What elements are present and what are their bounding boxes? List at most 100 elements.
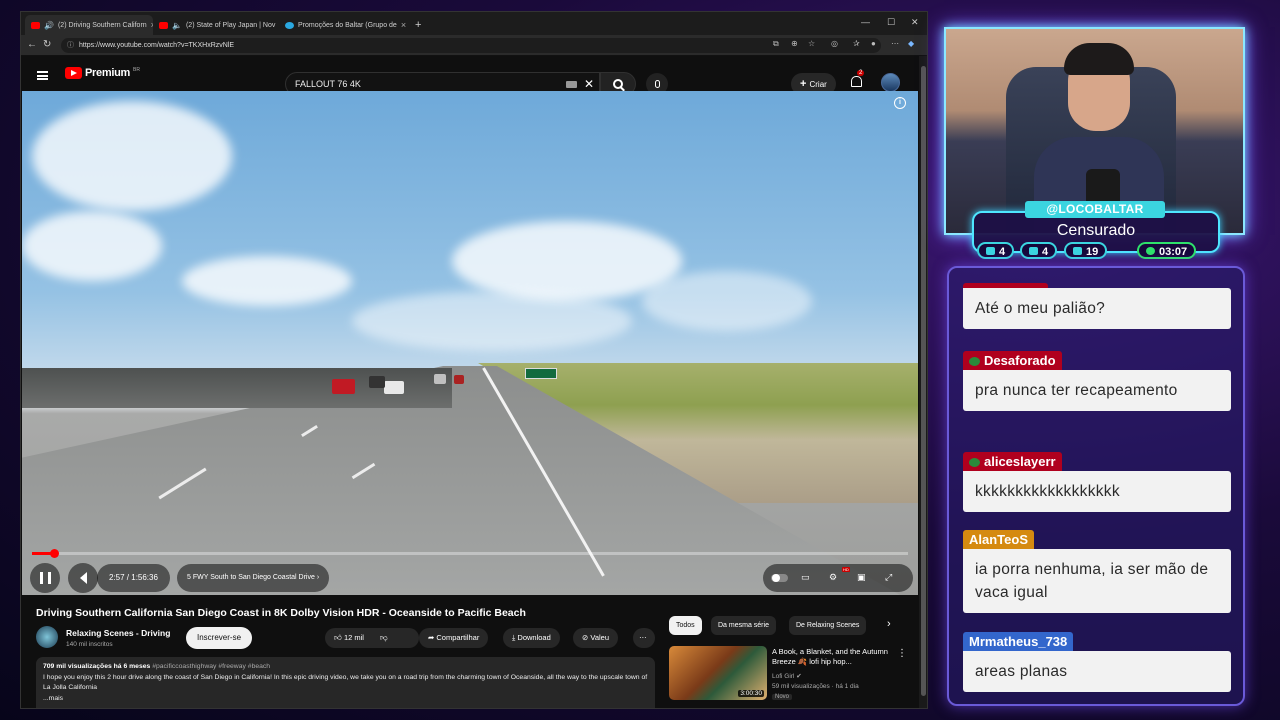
tab-promocoes[interactable]: Promoções do Baltar (Grupo de ×	[279, 15, 407, 35]
thumbs-up-icon: 👍︎	[334, 633, 342, 642]
chat-username: aliceslayerr	[963, 452, 1062, 471]
share-button[interactable]: ➦ Compartilhar	[419, 628, 489, 648]
tab-state-of-play[interactable]: 🔈 (2) State of Play Japan | Nov ×	[153, 15, 279, 35]
pause-button[interactable]	[30, 563, 60, 593]
back-icon[interactable]: ←	[27, 39, 37, 50]
description-box[interactable]: 709 mil visualizações há 6 meses #pacifi…	[36, 657, 655, 708]
link-icon	[1073, 247, 1082, 255]
muted-speaker-icon: 🔈	[172, 20, 182, 30]
new-tab-button[interactable]: +	[409, 15, 425, 35]
url-field[interactable]: ⓘ https://www.youtube.com/watch?v=TKXHxR…	[61, 38, 881, 53]
stat-video: 4	[1020, 242, 1058, 259]
chat-message: Mrmatheus_738 areas planas	[963, 632, 1231, 692]
related-channel[interactable]: Lofi Girl	[772, 673, 794, 680]
youtube-play-logo-icon	[65, 67, 82, 79]
video-info-icon[interactable]: i	[894, 97, 906, 109]
extension-icon[interactable]: ◎	[831, 39, 838, 48]
streamer-handle: @LOCOBALTAR	[1025, 201, 1165, 218]
chip-from-channel[interactable]: De Relaxing Scenes	[789, 616, 867, 635]
chat-text: areas planas	[963, 651, 1231, 692]
more-vert-icon[interactable]: ⋮	[897, 648, 907, 659]
badge-icon	[969, 357, 980, 367]
time-display: 2:57 / 1:56:36	[97, 564, 170, 592]
stat-value: 4	[1042, 246, 1049, 258]
chat-user: AlanTeoS	[969, 532, 1028, 547]
subscribe-button[interactable]: Inscrever-se	[186, 627, 253, 649]
stream-status: Censurado	[1056, 222, 1136, 239]
cloud	[182, 256, 352, 306]
menu-icon[interactable]	[37, 71, 48, 80]
miniplayer-icon[interactable]: ▣	[857, 572, 866, 583]
more-actions-button[interactable]: ⋯	[633, 628, 655, 648]
scrubber-handle[interactable]	[49, 549, 59, 558]
video-player[interactable]: i 2:57 / 1:56:36 5 FWY South to San Dieg…	[22, 91, 918, 595]
captions-icon[interactable]: ▭	[801, 572, 810, 583]
chat-user: Desaforado	[984, 353, 1056, 368]
account-avatar[interactable]	[881, 73, 900, 92]
region-label: BR	[132, 67, 140, 73]
channel-name[interactable]: Relaxing Scenes - Driving	[66, 628, 170, 638]
stat-clips: 19	[1064, 242, 1108, 259]
more-link[interactable]: ...mais	[43, 695, 63, 702]
fullscreen-icon[interactable]: ⤢	[885, 572, 892, 583]
zoom-icon[interactable]: ⊕	[791, 39, 798, 48]
microphone-icon	[654, 80, 660, 88]
maximize-icon[interactable]: ☐	[887, 17, 895, 28]
player-right-controls: ▭ ⚙ HD ▣ ⤢	[763, 564, 913, 592]
related-title[interactable]: A Book, a Blanket, and the Autumn Breeze…	[772, 647, 897, 667]
favorites-icon[interactable]: ✰	[853, 39, 860, 48]
download-icon: ⤓	[512, 633, 516, 642]
notifications-bell-icon[interactable]	[851, 76, 862, 87]
car	[332, 379, 355, 394]
favorite-star-icon[interactable]: ☆	[808, 39, 815, 48]
hashtags[interactable]: #pacificcoasthighway #freeway #beach	[152, 663, 270, 670]
chat-user: aliceslayerr	[984, 454, 1056, 469]
search-value: FALLOUT 76 4K	[295, 79, 361, 89]
related-thumbnail[interactable]: 3:00:30	[669, 646, 767, 700]
chevron-right-icon[interactable]: ›	[887, 618, 891, 630]
copilot-icon[interactable]: ◆	[908, 39, 914, 48]
chapter-text: 5 FWY South to San Diego Coastal Drive	[187, 574, 315, 581]
settings-gear-icon[interactable]: ⚙	[829, 572, 837, 583]
keyboard-icon[interactable]	[566, 81, 577, 88]
chip-all[interactable]: Todos	[669, 616, 702, 635]
browser-window: 🔊 (2) Driving Southern Californ × 🔈 (2) …	[20, 11, 928, 709]
minimize-icon[interactable]: —	[861, 17, 870, 27]
settings-more-icon[interactable]: ⋯	[891, 39, 899, 48]
site-info-icon[interactable]: ⓘ	[67, 38, 74, 53]
tab-driving[interactable]: 🔊 (2) Driving Southern Californ ×	[25, 15, 153, 35]
highway-sign	[525, 368, 557, 379]
chat-text: ia porra nenhuma, ia ser mão de vaca igu…	[963, 549, 1231, 613]
youtube-logo[interactable]: Premium BR	[65, 67, 140, 79]
stat-chat: 4	[977, 242, 1015, 259]
refresh-icon[interactable]: ↻	[43, 39, 51, 50]
like-button[interactable]: 👍︎ 12 mil	[334, 633, 364, 642]
profile-icon[interactable]: ●	[871, 39, 876, 48]
thanks-button[interactable]: ⊘ Valeu	[573, 628, 619, 648]
download-button[interactable]: ⤓ Download	[503, 628, 560, 648]
progress-bar[interactable]	[32, 549, 908, 558]
page-scrollbar[interactable]	[919, 56, 927, 708]
search-icon	[613, 79, 623, 89]
tab-bar: 🔊 (2) Driving Southern Californ × 🔈 (2) …	[21, 12, 927, 35]
close-window-icon[interactable]: ✕	[911, 17, 919, 28]
volume-button[interactable]	[68, 563, 98, 593]
close-tab-icon[interactable]: ×	[401, 20, 406, 30]
chat-username-tab	[963, 283, 1048, 288]
telegram-favicon-icon	[285, 21, 294, 29]
hd-badge: HD	[842, 567, 850, 572]
autoplay-toggle[interactable]	[771, 574, 788, 582]
timer-value: 03:07	[1159, 246, 1188, 258]
car	[434, 374, 446, 384]
channel-avatar[interactable]	[36, 626, 58, 648]
brand-label: Premium	[85, 67, 130, 79]
chat-icon	[986, 247, 995, 255]
chat-text: kkkkkkkkkkkkkkkkkk	[963, 471, 1231, 512]
dislike-button[interactable]: 👎︎	[380, 633, 388, 642]
views-line: 709 mil visualizações há 6 meses	[43, 663, 151, 670]
chapter-button[interactable]: 5 FWY South to San Diego Coastal Drive ›	[177, 564, 330, 592]
chip-same-series[interactable]: Da mesma série	[711, 616, 776, 635]
like-count: 12 mil	[343, 633, 364, 642]
app-install-icon[interactable]: ⧉	[773, 39, 779, 49]
thanks-label: Valeu	[590, 633, 610, 642]
